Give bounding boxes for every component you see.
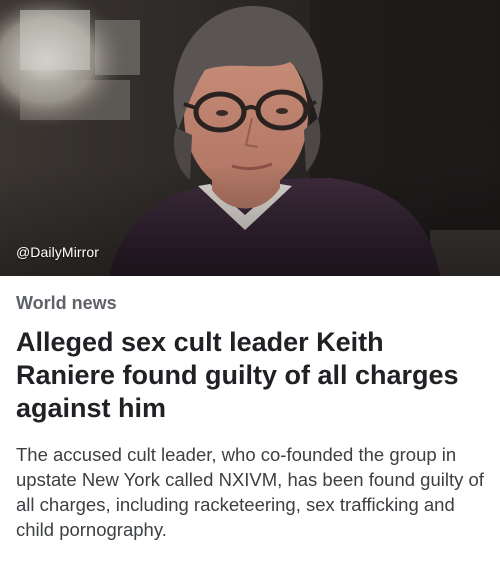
article-headline[interactable]: Alleged sex cult leader Keith Raniere fo…: [16, 326, 486, 425]
image-credit: @DailyMirror: [16, 244, 100, 260]
news-card[interactable]: @DailyMirror World news Alleged sex cult…: [0, 0, 500, 564]
portrait-photo: [0, 0, 500, 276]
article-category[interactable]: World news: [16, 293, 117, 314]
article-summary: The accused cult leader, who co-founded …: [16, 444, 484, 540]
article-hero-image[interactable]: @DailyMirror: [0, 0, 500, 276]
